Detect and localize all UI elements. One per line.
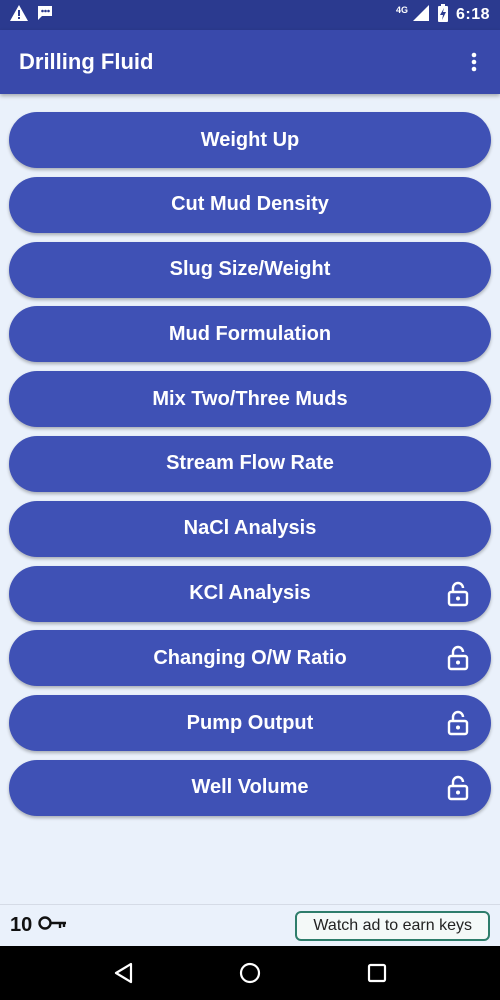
signal-icon: [412, 4, 430, 26]
overflow-menu-button[interactable]: [460, 42, 488, 82]
watch-ad-button[interactable]: Watch ad to earn keys: [295, 910, 490, 941]
menu-button-weight-up[interactable]: Weight Up: [9, 112, 491, 168]
status-left: [10, 4, 54, 26]
menu-button-mud-formulation[interactable]: Mud Formulation: [9, 306, 491, 363]
menu-button-label: Cut Mud Density: [171, 193, 329, 216]
recents-icon: [367, 963, 386, 983]
key-balance: 10: [10, 914, 68, 937]
lock-icon: [447, 581, 469, 607]
menu-button-label: Changing O/W Ratio: [153, 646, 347, 669]
back-icon: [115, 962, 133, 984]
status-time: 6:18: [455, 6, 490, 23]
menu-button-label: Pump Output: [186, 711, 314, 734]
menu-button-label: Stream Flow Rate: [166, 452, 334, 475]
menu-button-cut-mud-density[interactable]: Cut Mud Density: [9, 176, 491, 233]
key-count: 10: [10, 914, 33, 936]
menu-button-stream-flow-rate[interactable]: Stream Flow Rate: [9, 435, 491, 492]
menu-button-pump-output[interactable]: Pump Output: [9, 695, 491, 752]
menu-button-mix-two-three-muds[interactable]: Mix Two/Three Muds: [9, 371, 491, 428]
chat-icon: [36, 5, 54, 26]
app-title: Drilling Fluid: [19, 49, 154, 74]
more-vert-icon: [471, 52, 477, 72]
home-icon: [239, 962, 261, 984]
menu-button-kcl-analysis[interactable]: KCl Analysis: [9, 565, 491, 622]
menu-button-label: Mud Formulation: [168, 322, 332, 345]
menu-button-label: Slug Size/Weight: [169, 258, 331, 281]
menu-button-label: NaCl Analysis: [183, 517, 317, 540]
menu-button-slug-size-weight[interactable]: Slug Size/Weight: [9, 241, 491, 298]
recents-button[interactable]: [357, 953, 397, 993]
lock-icon: [447, 775, 469, 801]
navigation-bar: [0, 946, 500, 1000]
battery-icon: [437, 3, 448, 27]
menu-button-changing-o-w-ratio[interactable]: Changing O/W Ratio: [9, 630, 491, 687]
menu-button-well-volume[interactable]: Well Volume: [9, 759, 491, 816]
home-button[interactable]: [230, 953, 270, 993]
key-icon: [38, 915, 68, 936]
menu-button-nacl-analysis[interactable]: NaCl Analysis: [9, 500, 491, 557]
lock-icon: [447, 645, 469, 671]
network-label: 4G: [395, 5, 408, 15]
menu-button-label: Mix Two/Three Muds: [152, 387, 348, 410]
warning-icon: [10, 4, 28, 26]
menu-button-label: Well Volume: [191, 776, 309, 799]
status-bar: 4G 6:18: [0, 0, 500, 30]
status-right: 4G 6:18: [395, 3, 490, 27]
calculator-menu: Weight Up Cut Mud Density Slug Size/Weight…: [9, 112, 491, 825]
menu-button-label: KCl Analysis: [189, 582, 311, 605]
app-bar: Drilling Fluid: [0, 30, 500, 94]
back-button[interactable]: [103, 953, 143, 993]
lock-icon: [447, 710, 469, 736]
keys-bar: 10 Watch ad to earn keys: [0, 904, 500, 946]
menu-button-label: Weight Up: [200, 128, 300, 151]
